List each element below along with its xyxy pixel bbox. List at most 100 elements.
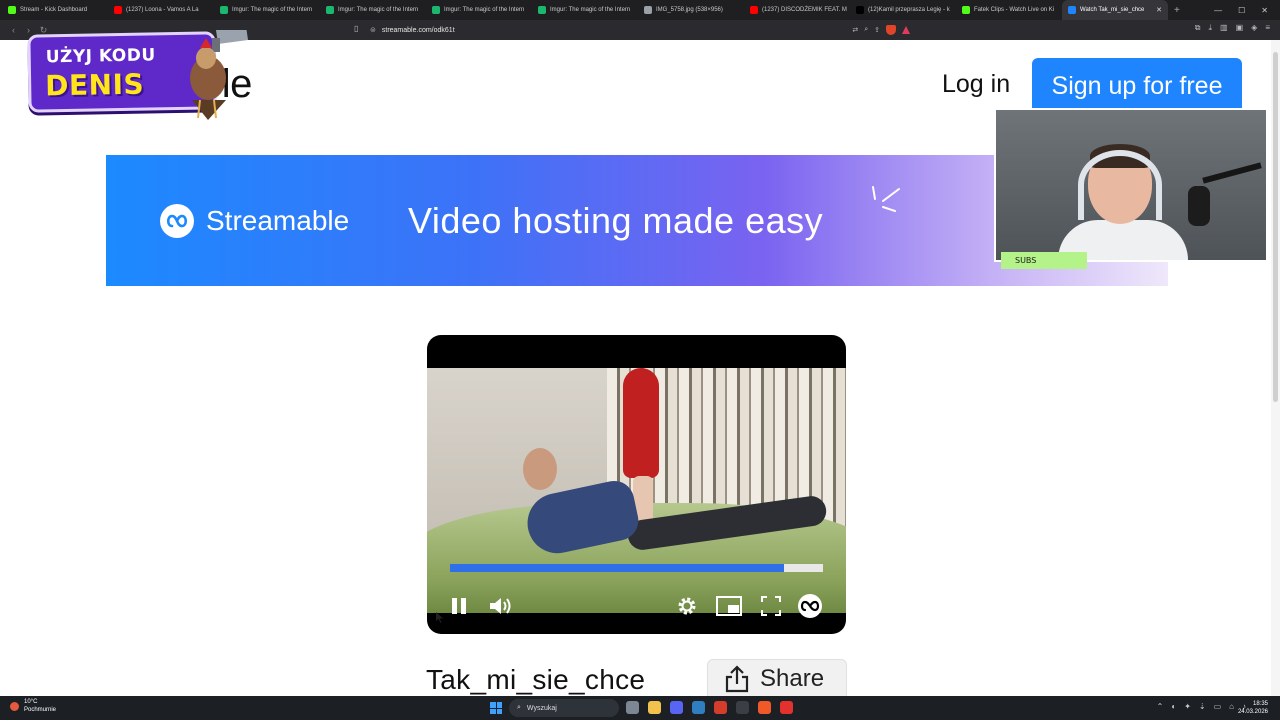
- extensions-icon[interactable]: ⧉: [1195, 23, 1201, 33]
- settings-gear-icon[interactable]: [674, 593, 700, 619]
- tab-favicon-icon: [326, 6, 334, 14]
- tab-favicon-icon: [114, 6, 122, 14]
- url-text[interactable]: streamable.com/odk61t: [382, 27, 455, 34]
- chevron-up-icon[interactable]: ⌃: [1157, 702, 1164, 711]
- minimize-icon[interactable]: —: [1214, 6, 1222, 15]
- fullscreen-icon[interactable]: [758, 593, 784, 619]
- taskbar-search[interactable]: ⌕ Wyszukaj: [509, 699, 619, 717]
- video-progress-fill: [450, 564, 784, 572]
- back-icon[interactable]: ‹: [6, 25, 21, 35]
- tray-app-icon[interactable]: ⇣: [1199, 702, 1206, 711]
- url-input[interactable]: ⊜ streamable.com/odk61t ⇄ ⌕ ⇪: [370, 23, 910, 37]
- sparkle-icon: [872, 186, 900, 212]
- share-page-icon[interactable]: ⇪: [874, 26, 880, 34]
- browser-tab[interactable]: Stream - Kick Dashboard: [2, 0, 108, 20]
- promo-line-2: DENIS: [44, 67, 145, 103]
- tray-app-icon[interactable]: ▭: [1214, 702, 1222, 711]
- wallet-icon[interactable]: ▣: [1236, 23, 1244, 33]
- login-link[interactable]: Log in: [942, 70, 1010, 99]
- forward-icon[interactable]: ›: [21, 25, 36, 35]
- video-man-head: [523, 448, 557, 490]
- browser-tab[interactable]: Watch Tak_mi_sie_chce ✕: [1062, 0, 1168, 20]
- tab-favicon-icon: [432, 6, 440, 14]
- clock-time: 18:35: [1252, 701, 1268, 707]
- tab-label: Imgur: The magic of the Intern: [232, 7, 313, 13]
- video-title: Tak_mi_sie_chce: [426, 664, 646, 695]
- network-icon[interactable]: ⌂: [1229, 702, 1234, 711]
- tab-favicon-icon: [538, 6, 546, 14]
- video-person-standing: [623, 368, 659, 478]
- tray-app-icon[interactable]: ✦: [1184, 702, 1191, 711]
- tab-favicon-icon: [644, 6, 652, 14]
- tab-label: Stream - Kick Dashboard: [20, 7, 88, 13]
- vpn-icon[interactable]: ◈: [1251, 23, 1257, 33]
- app-icon[interactable]: [736, 701, 749, 714]
- downloads-icon[interactable]: ⤓: [1209, 23, 1213, 33]
- brave-icon[interactable]: [758, 701, 771, 714]
- zoom-icon[interactable]: ⌕: [864, 26, 868, 34]
- clock-date: 24.03.2026: [1237, 709, 1268, 715]
- tab-favicon-icon: [856, 6, 864, 14]
- weather-temp: 10°C: [24, 699, 38, 705]
- close-tab-icon[interactable]: ✕: [1156, 6, 1162, 14]
- video-frame[interactable]: [427, 368, 846, 613]
- bookmark-icon[interactable]: ▯: [354, 24, 358, 33]
- steam-icon[interactable]: [692, 701, 705, 714]
- tab-favicon-icon: [220, 6, 228, 14]
- browser-tab[interactable]: Imgur: The magic of the Intern: [426, 0, 532, 20]
- browser-tab[interactable]: IMG_5758.jpg (538×956): [638, 0, 744, 20]
- toolbar-right: ⧉ ⤓ ▥ ▣ ◈ ≡: [1195, 23, 1270, 33]
- sidebar-icon[interactable]: ▥: [1220, 23, 1228, 33]
- browser-tab[interactable]: Imgur: The magic of the Intern: [320, 0, 426, 20]
- picture-in-picture-icon[interactable]: [716, 593, 742, 619]
- tab-label: Watch Tak_mi_sie_chce: [1080, 7, 1145, 13]
- share-button[interactable]: Share: [707, 659, 847, 699]
- webcam-overlay: [994, 108, 1268, 262]
- tab-label: Imgur: The magic of the Intern: [338, 7, 419, 13]
- translate-icon[interactable]: ⇄: [852, 26, 858, 34]
- share-label: Share: [760, 665, 825, 692]
- video-progress-bar[interactable]: [450, 564, 823, 572]
- taskbar-search-label: Wyszukaj: [526, 704, 557, 712]
- browser-tab[interactable]: (12)Kamil przeprasza Legię - k: [850, 0, 956, 20]
- tab-list: Stream - Kick Dashboard (1237) Loona - Va…: [2, 0, 1168, 20]
- menu-icon[interactable]: ≡: [1265, 23, 1270, 33]
- tab-label: IMG_5758.jpg (538×956): [656, 7, 723, 13]
- signup-button[interactable]: Sign up for free: [1032, 58, 1242, 114]
- start-button[interactable]: [490, 702, 502, 714]
- browser-tab[interactable]: Imgur: The magic of the Intern: [214, 0, 320, 20]
- browser-tab[interactable]: (1237) Loona - Vamos A La: [108, 0, 214, 20]
- browser-tab[interactable]: (1237) DISCODŻEMIK FEAT. M: [744, 0, 850, 20]
- brave-rewards-icon[interactable]: [902, 26, 910, 34]
- tab-label: Fatek Clips - Watch Live on Ki: [974, 7, 1055, 13]
- tab-label: (12)Kamil przeprasza Legię - k: [868, 7, 950, 13]
- search-icon: ⌕: [517, 704, 521, 711]
- app-icon[interactable]: [714, 701, 727, 714]
- tab-favicon-icon: [8, 6, 16, 14]
- taskbar-clock[interactable]: 18:35 24.03.2026: [1238, 700, 1268, 716]
- tab-favicon-icon: [750, 6, 758, 14]
- scrollbar-thumb[interactable]: [1273, 52, 1278, 402]
- app-icon[interactable]: [780, 701, 793, 714]
- browser-tab[interactable]: Imgur: The magic of the Intern: [532, 0, 638, 20]
- tab-label: Imgur: The magic of the Intern: [444, 7, 525, 13]
- volume-icon[interactable]: [488, 593, 514, 619]
- tray-app-icon[interactable]: ◐: [1171, 702, 1176, 711]
- maximize-icon[interactable]: ☐: [1238, 6, 1245, 15]
- discord-icon[interactable]: [670, 701, 683, 714]
- headset: [1078, 150, 1162, 220]
- weather-widget[interactable]: 10°C Pochmurnie: [10, 698, 56, 714]
- close-window-icon[interactable]: ✕: [1261, 6, 1268, 15]
- new-tab-button[interactable]: +: [1168, 5, 1186, 16]
- video-player[interactable]: [427, 335, 846, 634]
- pause-icon[interactable]: [446, 593, 472, 619]
- banner-logo: Streamable: [160, 204, 349, 238]
- file-explorer-icon[interactable]: [648, 701, 661, 714]
- mouse-cursor-icon: [436, 612, 443, 623]
- weather-icon: [10, 701, 19, 711]
- streamable-logo-icon[interactable]: [797, 593, 823, 619]
- site-info-icon[interactable]: ⊜: [370, 26, 376, 34]
- browser-tab[interactable]: Fatek Clips - Watch Live on Ki: [956, 0, 1062, 20]
- task-view-icon[interactable]: [626, 701, 639, 714]
- brave-shield-icon[interactable]: [886, 25, 896, 35]
